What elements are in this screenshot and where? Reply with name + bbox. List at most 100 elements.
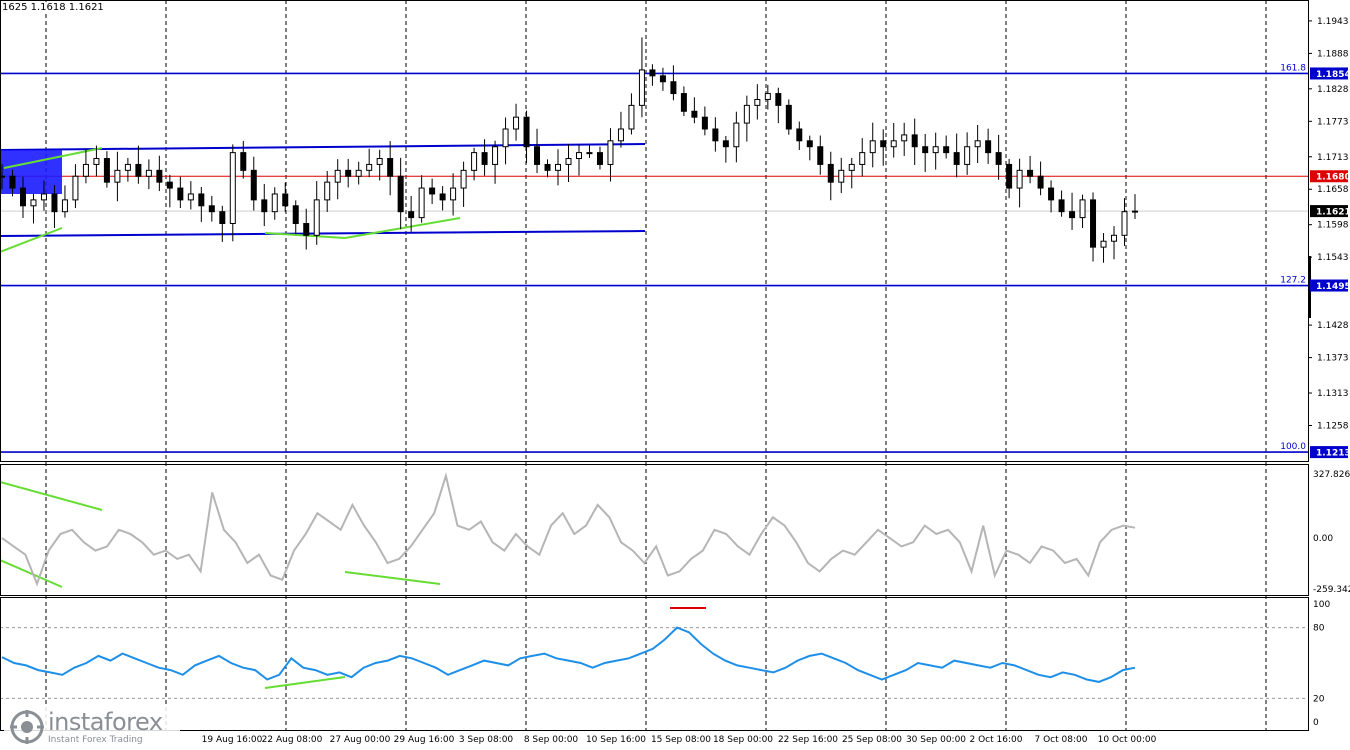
- candle-body: [659, 75, 666, 83]
- time-label: 22 Sep 16:00: [778, 735, 838, 745]
- time-label: 29 Aug 16:00: [394, 735, 455, 745]
- level-tag-label-0: 1.1854: [1316, 70, 1350, 80]
- candle-body: [638, 69, 645, 106]
- candle-body: [1016, 169, 1023, 189]
- candle-body: [796, 128, 803, 142]
- rsi-tick-label: 20: [1313, 694, 1325, 704]
- candle-body: [240, 152, 247, 171]
- level-tag-label-4: 1.1213: [1316, 449, 1350, 459]
- candle-body: [764, 93, 771, 100]
- price-tick-label: 1.1713: [1317, 153, 1349, 163]
- candle-body: [124, 163, 131, 171]
- candlesticks: [0, 37, 1311, 319]
- candle-body: [9, 175, 16, 189]
- candle-body: [785, 104, 792, 130]
- candle-body: [1111, 234, 1118, 242]
- candle-body: [250, 169, 257, 201]
- candle-body: [617, 128, 624, 142]
- candle-body: [145, 169, 152, 177]
- watermark-tagline: Instant Forex Trading: [48, 735, 143, 745]
- candle-body: [460, 169, 467, 189]
- candle-body: [1079, 199, 1086, 219]
- candle-body: [282, 193, 289, 207]
- candle-body: [334, 169, 341, 183]
- candle-body: [1090, 199, 1097, 248]
- candle-body: [733, 122, 740, 148]
- candle-body: [922, 146, 929, 154]
- level-tag-label-3: 1.1495: [1316, 282, 1350, 292]
- price-tick-label: 1.1543: [1317, 253, 1349, 263]
- candle-body: [754, 98, 761, 106]
- candle-body: [628, 104, 635, 130]
- price-tick-label: 1.1313: [1317, 389, 1349, 399]
- candle-body: [743, 104, 750, 124]
- rsi-axis: 100 80 20 0: [1313, 600, 1330, 728]
- time-label: 18 Sep 00:00: [713, 735, 773, 745]
- candle-body: [691, 110, 698, 118]
- candle-body: [450, 187, 457, 201]
- candle-body: [555, 163, 562, 171]
- candle-body: [596, 152, 603, 165]
- candle-body: [827, 163, 834, 183]
- price-tick-label: 1.1658: [1317, 185, 1349, 195]
- trendline-green-2: [0, 227, 63, 253]
- cci-min-label: -259.3425: [1313, 585, 1350, 595]
- highlight-box: [0, 150, 62, 194]
- instaforex-logo-icon: [10, 710, 44, 744]
- candle-body: [261, 199, 268, 213]
- candle-body: [1006, 163, 1013, 189]
- rsi-reference-lines: [0, 627, 1308, 699]
- level-tag-label-1: 1.1680: [1316, 173, 1350, 183]
- price-tick-label: 1.1773: [1317, 117, 1349, 127]
- candle-body: [303, 223, 310, 236]
- candle-body: [324, 181, 331, 201]
- candle-body: [198, 193, 205, 207]
- candle-body: [534, 146, 541, 165]
- channel-lower-line: [0, 230, 646, 237]
- candle-body: [40, 193, 47, 201]
- time-label: 3 Sep 08:00: [459, 735, 514, 745]
- candle-body: [492, 146, 499, 165]
- price-tick-label: 1.1943: [1317, 17, 1349, 27]
- candle-body: [1132, 210, 1138, 213]
- cci-divergence-lines: [0, 481, 441, 588]
- time-label: 15 Sep 08:00: [651, 735, 711, 745]
- candle-body: [586, 152, 593, 155]
- candle-body: [208, 205, 215, 213]
- candle-body: [82, 163, 89, 177]
- candle-body: [51, 193, 58, 213]
- candle-body: [701, 116, 708, 130]
- fib-label-0: 161.8: [1280, 63, 1306, 73]
- panel-frames: [0, 0, 1309, 731]
- candle-body: [93, 158, 100, 165]
- candle-body: [848, 163, 855, 171]
- candle-body: [680, 93, 687, 112]
- cci-divergence-1: [0, 481, 103, 511]
- candle-body: [292, 205, 299, 225]
- candle-body: [880, 140, 887, 148]
- candle-body: [1121, 211, 1128, 236]
- candle-body: [649, 69, 656, 77]
- cci-divergence-3: [344, 571, 441, 585]
- cci-zero-label: 0.00: [1313, 534, 1333, 544]
- price-tick-label: 1.1888: [1317, 49, 1349, 59]
- level-tag-label-2: 1.1621: [1316, 208, 1350, 218]
- rsi-tick-label: 80: [1313, 624, 1325, 634]
- candle-body: [355, 169, 362, 177]
- time-label: 27 Aug 00:00: [330, 735, 391, 745]
- horizontal-levels: 161.8 127.2 100.0: [0, 63, 1308, 453]
- candle-body: [911, 134, 918, 148]
- candle-body: [722, 140, 729, 148]
- ohlc-readout: 1625 1.1618 1.1621: [2, 2, 104, 14]
- fib-label-4: 100.0: [1280, 442, 1306, 452]
- fib-label-3: 127.2: [1280, 276, 1306, 286]
- candle-body: [712, 128, 719, 142]
- rsi-divergence-line: [264, 676, 346, 689]
- candle-body: [114, 169, 121, 183]
- candle-body: [219, 211, 226, 225]
- candle-body: [397, 175, 404, 213]
- candle-body: [166, 181, 173, 189]
- cci-panel: [0, 471, 1136, 588]
- candle-body: [513, 116, 520, 130]
- candle-body: [869, 140, 876, 154]
